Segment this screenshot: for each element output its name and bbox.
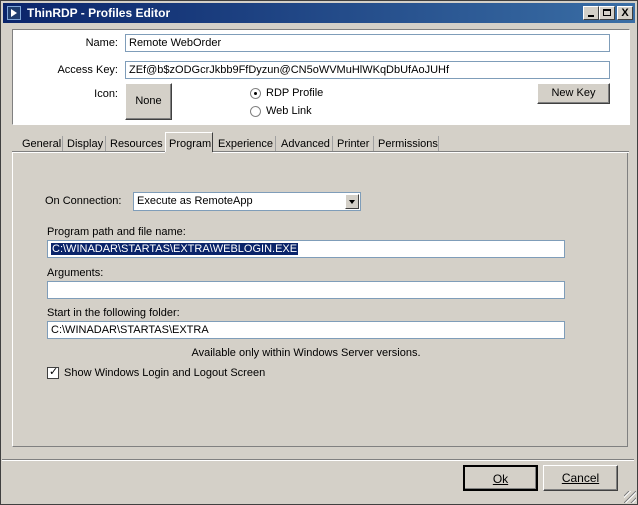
tab-separator	[275, 136, 276, 151]
tab-separator	[332, 136, 333, 151]
resize-grip[interactable]	[624, 491, 636, 503]
tab-general[interactable]: General	[22, 137, 61, 151]
new-key-button[interactable]: New Key	[537, 83, 610, 104]
program-path-selected-text: C:\WINADAR\STARTAS\EXTRA\WEBLOGIN.EXE	[51, 243, 299, 255]
rdp-profile-radio[interactable]	[250, 88, 261, 99]
on-connection-select[interactable]: Execute as RemoteApp	[133, 192, 361, 211]
minimize-icon	[588, 15, 594, 17]
tab-permissions[interactable]: Permissions	[378, 137, 438, 151]
cancel-button[interactable]: Cancel	[543, 465, 618, 491]
name-input[interactable]: Remote WebOrder	[125, 34, 610, 52]
program-path-input[interactable]: C:\WINADAR\STARTAS\EXTRA\WEBLOGIN.EXE	[47, 240, 565, 258]
icon-picker-button[interactable]: None	[125, 83, 172, 120]
maximize-button[interactable]	[599, 6, 615, 20]
app-icon	[7, 6, 21, 20]
rdp-profile-label[interactable]: RDP Profile	[266, 87, 323, 99]
web-link-label[interactable]: Web Link	[266, 105, 312, 117]
close-icon: X	[621, 7, 629, 19]
program-path-label: Program path and file name:	[47, 226, 186, 238]
icon-label: Icon:	[94, 88, 118, 100]
on-connection-label: On Connection:	[45, 195, 122, 207]
show-login-label[interactable]: Show Windows Login and Logout Screen	[64, 367, 265, 379]
cancel-button-label: Cancel	[561, 471, 600, 485]
tab-advanced[interactable]: Advanced	[281, 137, 330, 151]
access-key-input[interactable]: ZEf@b$zODGcrJkbb9FfDyzun@CN5oWVMuHlWKqDb…	[125, 61, 610, 79]
window-title: ThinRDP - Profiles Editor	[27, 6, 171, 20]
web-link-radio[interactable]	[250, 106, 261, 117]
title-bar[interactable]: ThinRDP - Profiles Editor X	[3, 3, 635, 23]
on-connection-value: Execute as RemoteApp	[137, 195, 253, 207]
ok-button-label: Ok	[492, 472, 509, 486]
tab-separator	[105, 136, 106, 151]
tab-printer[interactable]: Printer	[337, 137, 369, 151]
footer-separator-highlight	[2, 460, 634, 461]
start-folder-input[interactable]: C:\WINADAR\STARTAS\EXTRA	[47, 321, 565, 339]
tab-program[interactable]: Program	[165, 132, 213, 152]
arguments-input[interactable]	[47, 281, 565, 299]
tab-resources[interactable]: Resources	[110, 137, 163, 151]
access-key-label: Access Key:	[57, 64, 118, 76]
ok-button[interactable]: Ok	[463, 465, 538, 491]
maximize-icon	[603, 9, 611, 16]
tab-experience[interactable]: Experience	[218, 137, 273, 151]
close-button[interactable]: X	[617, 6, 633, 20]
tab-separator	[438, 136, 439, 151]
chevron-down-icon[interactable]	[345, 194, 359, 209]
name-label: Name:	[85, 37, 118, 49]
tab-separator	[62, 136, 63, 151]
show-login-checkbox[interactable]	[47, 365, 59, 379]
start-folder-label: Start in the following folder:	[47, 307, 180, 319]
minimize-button[interactable]	[583, 6, 599, 20]
tab-display[interactable]: Display	[67, 137, 103, 151]
tab-separator	[373, 136, 374, 151]
arguments-label: Arguments:	[47, 267, 104, 279]
server-only-note: Available only within Windows Server ver…	[191, 347, 421, 359]
